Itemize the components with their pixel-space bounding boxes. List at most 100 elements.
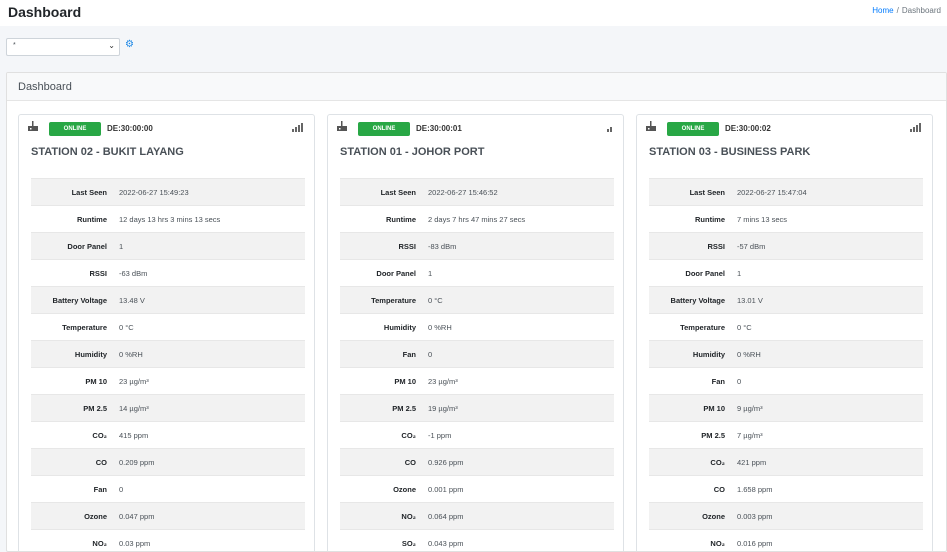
table-row: CO 0.209 ppm bbox=[31, 448, 305, 475]
reading-value: 0 %RH bbox=[428, 322, 452, 332]
reading-label: CO₂ bbox=[401, 430, 416, 440]
reading-label: SO₂ bbox=[401, 538, 416, 548]
table-row: NO₂ 0.03 ppm bbox=[31, 529, 305, 551]
station-readings-table: Last Seen 2022-06-27 15:46:52 Runtime 2 da… bbox=[340, 178, 614, 551]
reading-value: 7 µg/m³ bbox=[737, 430, 763, 440]
reading-label: Fan bbox=[402, 349, 416, 359]
table-row: Last Seen 2022-06-27 15:47:04 bbox=[649, 178, 923, 205]
table-row: Humidity 0 %RH bbox=[31, 340, 305, 367]
reading-label: Door Panel bbox=[685, 268, 725, 278]
chevron-down-icon: ⌄ bbox=[108, 41, 115, 50]
reading-label: RSSI bbox=[89, 268, 107, 278]
table-row: CO 0.926 ppm bbox=[340, 448, 614, 475]
reading-value: 1 bbox=[428, 268, 433, 278]
status-badge: ONLINE bbox=[358, 122, 410, 136]
reading-label: Runtime bbox=[77, 214, 107, 224]
reading-value: 0.047 ppm bbox=[119, 511, 155, 521]
reading-value: 0 °C bbox=[737, 322, 752, 332]
reading-value: 14 µg/m³ bbox=[119, 403, 149, 413]
reading-value: 0 °C bbox=[119, 322, 134, 332]
breadcrumb-separator: / bbox=[896, 6, 899, 15]
router-icon bbox=[646, 121, 656, 131]
reading-value: 12 days 13 hrs 3 mins 13 secs bbox=[119, 214, 221, 224]
reading-label: CO₂ bbox=[92, 430, 107, 440]
reading-value: 0.926 ppm bbox=[428, 457, 464, 467]
reading-label: Temperature bbox=[371, 295, 416, 305]
reading-value: 1 bbox=[737, 268, 742, 278]
reading-value: 0.016 ppm bbox=[737, 538, 773, 548]
router-icon bbox=[337, 121, 347, 131]
reading-label: Door Panel bbox=[376, 268, 416, 278]
reading-label: PM 10 bbox=[85, 376, 107, 386]
reading-label: Humidity bbox=[692, 349, 725, 359]
reading-value: 0.209 ppm bbox=[119, 457, 155, 467]
reading-label: PM 10 bbox=[703, 403, 725, 413]
reading-label: RSSI bbox=[707, 241, 725, 251]
reading-label: Last Seen bbox=[380, 187, 416, 197]
reading-value: 415 ppm bbox=[119, 430, 149, 440]
reading-label: Fan bbox=[711, 376, 725, 386]
table-row: RSSI -63 dBm bbox=[31, 259, 305, 286]
page-title: Dashboard bbox=[8, 4, 82, 20]
table-row: Humidity 0 %RH bbox=[649, 340, 923, 367]
signal-strength-icon bbox=[601, 124, 613, 132]
gear-icon[interactable]: ⚙ bbox=[125, 40, 134, 50]
table-row: Humidity 0 %RH bbox=[340, 313, 614, 340]
reading-label: CO bbox=[713, 484, 725, 494]
table-row: Runtime 2 days 7 hrs 47 mins 27 secs bbox=[340, 205, 614, 232]
reading-label: NO₂ bbox=[92, 538, 107, 548]
table-row: Ozone 0.001 ppm bbox=[340, 475, 614, 502]
station-card: ONLINE DE:30:00:01 STATION 01 - JOHOR PO… bbox=[327, 114, 624, 551]
reading-label: RSSI bbox=[398, 241, 416, 251]
reading-value: 23 µg/m³ bbox=[428, 376, 458, 386]
breadcrumb-current: Dashboard bbox=[901, 6, 941, 15]
reading-value: 0.064 ppm bbox=[428, 511, 464, 521]
table-row: CO₂ 415 ppm bbox=[31, 421, 305, 448]
signal-strength-icon bbox=[910, 123, 922, 132]
reading-value: 0 %RH bbox=[119, 349, 143, 359]
table-row: NO₂ 0.016 ppm bbox=[649, 529, 923, 551]
reading-value: 19 µg/m³ bbox=[428, 403, 458, 413]
table-row: PM 10 9 µg/m³ bbox=[649, 394, 923, 421]
reading-value: 1.658 ppm bbox=[737, 484, 773, 494]
table-row: Battery Voltage 13.01 V bbox=[649, 286, 923, 313]
top-header: Dashboard Home / Dashboard bbox=[0, 0, 947, 26]
reading-value: 0 bbox=[737, 376, 742, 386]
reading-label: Last Seen bbox=[71, 187, 107, 197]
reading-value: 13.48 V bbox=[119, 295, 145, 305]
reading-value: 1 bbox=[119, 241, 124, 251]
reading-value: 0.043 ppm bbox=[428, 538, 464, 548]
reading-value: 0 °C bbox=[428, 295, 443, 305]
station-name: STATION 02 - BUKIT LAYANG bbox=[31, 146, 184, 158]
station-filter-select[interactable]: * ⌄ bbox=[6, 38, 120, 56]
reading-label: PM 2.5 bbox=[392, 403, 416, 413]
table-row: Door Panel 1 bbox=[340, 259, 614, 286]
reading-value: 2022-06-27 15:46:52 bbox=[428, 187, 498, 197]
table-row: PM 10 23 µg/m³ bbox=[31, 367, 305, 394]
table-row: Fan 0 bbox=[340, 340, 614, 367]
station-filter-value: * bbox=[13, 42, 16, 49]
station-card: ONLINE DE:30:00:02 STATION 03 - BUSINESS… bbox=[636, 114, 933, 551]
breadcrumb-home-link[interactable]: Home bbox=[872, 6, 893, 15]
table-row: Last Seen 2022-06-27 15:46:52 bbox=[340, 178, 614, 205]
reading-label: Humidity bbox=[383, 322, 416, 332]
station-card: ONLINE DE:30:00:00 STATION 02 - BUKIT LA… bbox=[18, 114, 315, 551]
reading-label: Ozone bbox=[84, 511, 107, 521]
table-row: CO₂ -1 ppm bbox=[340, 421, 614, 448]
table-row: SO₂ 0.043 ppm bbox=[340, 529, 614, 551]
reading-value: -1 ppm bbox=[428, 430, 452, 440]
table-row: Door Panel 1 bbox=[31, 232, 305, 259]
device-id: DE:30:00:02 bbox=[725, 124, 771, 133]
panel-title: Dashboard bbox=[7, 73, 946, 101]
reading-value: 0.001 ppm bbox=[428, 484, 464, 494]
signal-strength-icon bbox=[292, 123, 304, 132]
table-row: RSSI -57 dBm bbox=[649, 232, 923, 259]
reading-label: PM 10 bbox=[394, 376, 416, 386]
reading-label: Fan bbox=[93, 484, 107, 494]
table-row: PM 2.5 7 µg/m³ bbox=[649, 421, 923, 448]
reading-value: 421 ppm bbox=[737, 457, 767, 467]
reading-label: PM 2.5 bbox=[701, 430, 725, 440]
reading-label: Ozone bbox=[393, 484, 416, 494]
reading-label: Temperature bbox=[680, 322, 725, 332]
table-row: Ozone 0.047 ppm bbox=[31, 502, 305, 529]
